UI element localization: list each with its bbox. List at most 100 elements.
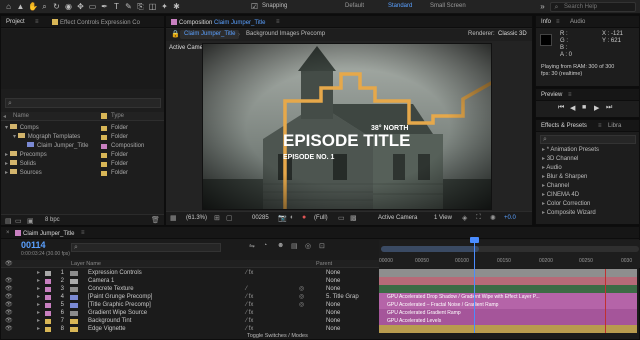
layer-bar[interactable] (379, 269, 637, 277)
layer-name[interactable]: Edge Vignette (88, 325, 126, 334)
type-column-header[interactable]: Type (111, 113, 124, 119)
type-tool-icon[interactable]: T (112, 2, 121, 11)
bit-depth-button[interactable]: 8 bpc (45, 217, 60, 223)
snapshot-icon[interactable]: 📷 (278, 214, 287, 222)
toggle-switches-modes-button[interactable]: Toggle Switches / Modes (247, 333, 308, 339)
eraser-tool-icon[interactable]: ◫ (148, 2, 157, 11)
tab-info[interactable]: Info (541, 19, 551, 25)
label-color[interactable] (45, 287, 51, 292)
label-color[interactable] (45, 279, 51, 284)
tab-composition[interactable]: Composition Claim Jumper_Title (171, 19, 266, 26)
snapping-checkbox-icon[interactable]: ☑ (250, 2, 259, 11)
layer-bar[interactable] (379, 285, 637, 293)
panel-menu-icon[interactable]: ≡ (81, 230, 85, 236)
effect-category[interactable]: ▸ Channel (536, 182, 639, 191)
zoom-navigator[interactable] (381, 246, 479, 252)
effect-category[interactable]: ▸ 3D Channel (536, 155, 639, 164)
workspace-standard[interactable]: Standard (388, 3, 412, 9)
shy-layers-icon[interactable]: ☻ (277, 242, 284, 249)
region-of-interest-icon[interactable]: ▭ (338, 214, 345, 222)
selection-tool-icon[interactable]: ▲ (16, 2, 25, 11)
home-icon[interactable]: ⌂ (4, 2, 13, 11)
trash-icon[interactable]: 🗑 (151, 216, 160, 224)
layer-bar[interactable]: GPU Accelerated Levels (379, 317, 637, 325)
time-ruler[interactable]: 00000 00050 00100 00150 00200 00250 0030 (379, 240, 640, 268)
zoom-tool-icon[interactable]: ⌕ (40, 2, 49, 11)
new-composition-icon[interactable]: ▣ (27, 217, 34, 225)
current-time-display[interactable]: 00114 (21, 240, 46, 250)
puppet-tool-icon[interactable]: ✱ (172, 2, 181, 11)
hand-tool-icon[interactable]: ✋ (28, 2, 38, 11)
lock-icon[interactable]: 🔒 (171, 30, 180, 38)
list-item[interactable]: Claim Jumper_Title Composition (1, 142, 164, 151)
camera-view-dropdown[interactable]: Active Camera (378, 215, 417, 221)
visibility-eye-icon[interactable]: 👁 (5, 325, 13, 334)
label-color[interactable] (45, 311, 51, 316)
layer-bar[interactable] (379, 325, 637, 333)
breadcrumb-comp[interactable]: Claim Jumper_Title (180, 30, 240, 39)
playhead-handle[interactable] (470, 237, 479, 243)
last-frame-icon[interactable]: ⏭ (606, 104, 612, 112)
parent-dropdown[interactable]: None (326, 325, 340, 334)
label-column-icon[interactable] (101, 113, 107, 119)
tab-effects-presets[interactable]: Effects & Presets (541, 123, 587, 129)
brush-tool-icon[interactable]: ✎ (124, 2, 133, 11)
mask-visibility-icon[interactable]: ▢ (226, 214, 233, 222)
effects-search-input[interactable]: ⌕ (540, 135, 636, 144)
tab-audio[interactable]: Audio (570, 19, 585, 25)
motion-blur-icon[interactable]: ◎ (305, 242, 311, 250)
label-color[interactable] (45, 295, 51, 300)
interpret-footage-icon[interactable]: ▤ (5, 217, 12, 225)
clone-stamp-tool-icon[interactable]: ⎘ (136, 2, 145, 11)
list-item[interactable]: ▸ Sources Folder (1, 169, 164, 178)
snapping-label[interactable]: Snapping (262, 3, 287, 9)
panel-menu-icon[interactable]: ≡ (276, 19, 280, 25)
workspace-menu-icon[interactable]: » (538, 2, 547, 11)
rotate-tool-icon[interactable]: ↻ (52, 2, 61, 11)
current-frame[interactable]: 00285 (252, 215, 269, 221)
3d-view-icon[interactable]: ◈ (462, 214, 467, 222)
first-frame-icon[interactable]: ⏮ (558, 104, 564, 112)
help-search-input[interactable]: ⌕ Search Help (550, 2, 636, 12)
workspace-default[interactable]: Default (345, 3, 364, 9)
frame-blending-icon[interactable]: ▤ (291, 242, 298, 250)
show-snapshot-icon[interactable]: ◐ (290, 214, 294, 221)
tab-project[interactable]: Project (6, 19, 25, 25)
rectangle-tool-icon[interactable]: ▭ (88, 2, 97, 11)
reset-exposure-icon[interactable]: ✺ (490, 214, 496, 222)
layer-search-input[interactable]: ⌕ (71, 243, 221, 252)
label-color[interactable] (45, 319, 51, 324)
previous-frame-icon[interactable]: ◀ (570, 104, 575, 112)
always-preview-icon[interactable]: ▦ (170, 214, 177, 222)
tab-effect-controls[interactable]: Effect Controls Expression Co (52, 19, 140, 26)
panel-menu-icon[interactable]: ≡ (568, 92, 572, 98)
parent-column-header[interactable]: Parent (316, 261, 332, 267)
label-color[interactable] (45, 303, 51, 308)
close-tab-icon[interactable]: × (6, 230, 10, 236)
layer-bar[interactable] (379, 277, 637, 285)
panel-menu-icon[interactable]: ≡ (598, 123, 602, 129)
effect-category[interactable]: ▸ Audio (536, 164, 639, 173)
new-folder-icon[interactable]: ▭ (15, 217, 22, 225)
list-item[interactable]: ▾ Comps Folder (1, 124, 164, 133)
sort-icon[interactable]: ◂ (3, 113, 6, 120)
draft-3d-icon[interactable]: ◔ (263, 242, 267, 249)
flowchart-icon[interactable]: ⛶ (476, 214, 481, 222)
zoom-dropdown[interactable]: (61.3%) (186, 215, 207, 221)
view-layout-dropdown[interactable]: 1 View (434, 215, 452, 221)
layer-name-column-header[interactable]: Layer Name (71, 261, 101, 267)
exposure-value[interactable]: +0.0 (504, 215, 516, 221)
stop-icon[interactable]: ■ (582, 104, 586, 111)
effect-category[interactable]: ▸ Blur & Sharpen (536, 173, 639, 182)
roto-brush-tool-icon[interactable]: ✦ (160, 2, 169, 11)
grid-icon[interactable]: ⊞ (214, 214, 220, 222)
list-item[interactable]: ▸ Precomps Folder (1, 151, 164, 160)
label-color[interactable] (45, 327, 51, 332)
tab-libraries[interactable]: Libra (608, 123, 621, 129)
graph-editor-icon[interactable]: ⊡ (319, 242, 325, 250)
renderer-value[interactable]: Classic 3D (498, 31, 527, 37)
next-frame-icon[interactable]: ▶ (594, 104, 599, 112)
tab-timeline[interactable]: Claim Jumper_Title (15, 230, 74, 237)
layer-bar[interactable]: GPU Accelerated Drop Shadow / Gradient W… (379, 293, 637, 301)
effect-category[interactable]: ▸ CINEMA 4D (536, 191, 639, 200)
